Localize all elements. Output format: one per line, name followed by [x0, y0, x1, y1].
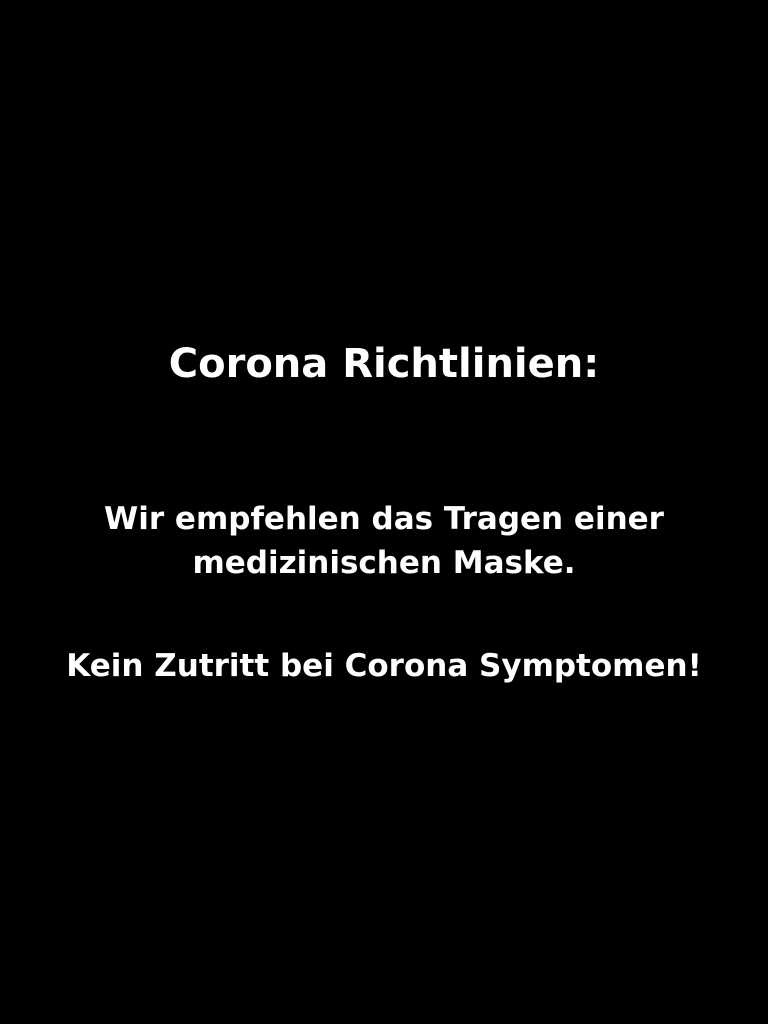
- mask-recommendation-line-2: medizinischen Maske.: [192, 545, 576, 581]
- notice-title: Corona Richtlinien:: [168, 341, 600, 387]
- mask-recommendation-line-1: Wir empfehlen das Tragen einer: [104, 501, 664, 537]
- no-entry-warning: Kein Zutritt bei Corona Symptomen!: [66, 648, 702, 684]
- notice-screen: Corona Richtlinien: Wir empfehlen das Tr…: [0, 0, 768, 1024]
- mask-recommendation: Wir empfehlen das Tragen einer medizinis…: [0, 497, 768, 585]
